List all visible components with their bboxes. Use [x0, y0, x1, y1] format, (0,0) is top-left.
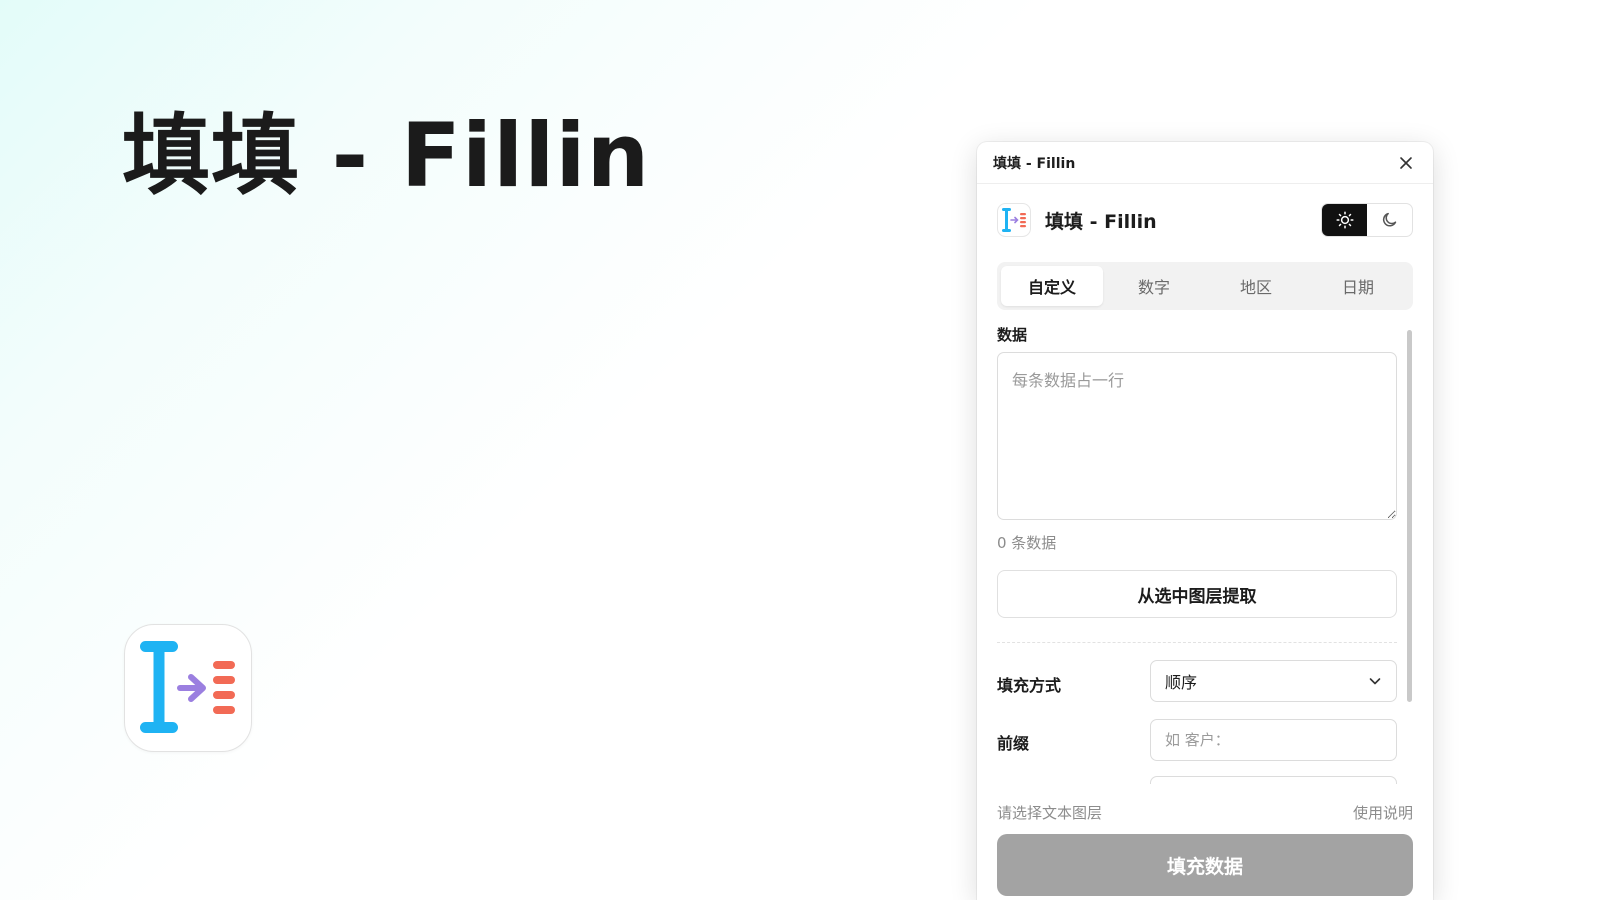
- tab-custom[interactable]: 自定义: [1001, 266, 1103, 306]
- plugin-window: 填填 - Fillin 填填 - Fillin 自定义 数字 地区 日期 数据 …: [977, 142, 1433, 900]
- app-name: 填填 - Fillin: [1045, 210, 1157, 233]
- data-textarea[interactable]: [997, 352, 1397, 520]
- tab-number[interactable]: 数字: [1103, 266, 1205, 306]
- data-count: 0 条数据: [997, 534, 1057, 552]
- data-section-label: 数据: [997, 326, 1028, 344]
- fillin-logo-icon: [997, 203, 1031, 237]
- suffix-input[interactable]: [1150, 776, 1397, 784]
- footer-row: 请选择文本图层 使用说明: [997, 802, 1413, 823]
- tab-date[interactable]: 日期: [1307, 266, 1409, 306]
- app-icon-large: [124, 624, 252, 752]
- dark-theme-button[interactable]: [1367, 204, 1412, 236]
- close-button[interactable]: [1395, 152, 1417, 174]
- section-divider: [997, 642, 1397, 643]
- prefix-label: 前缀: [997, 734, 1030, 753]
- close-icon: [1400, 156, 1412, 169]
- window-title: 填填 - Fillin: [993, 155, 1076, 172]
- help-link[interactable]: 使用说明: [1353, 802, 1413, 823]
- plugin-header: 填填 - Fillin: [997, 200, 1413, 240]
- prefix-input[interactable]: [1150, 719, 1397, 761]
- fill-mode-value: 顺序: [1165, 673, 1198, 692]
- scrollbar[interactable]: [1407, 330, 1412, 702]
- sun-icon: [1335, 211, 1354, 229]
- chevron-down-icon: [1369, 678, 1381, 685]
- moon-icon: [1382, 212, 1396, 227]
- tab-region[interactable]: 地区: [1205, 266, 1307, 306]
- mode-tabs: 自定义 数字 地区 日期: [997, 262, 1413, 310]
- fill-mode-select[interactable]: 顺序: [1150, 660, 1397, 702]
- fillin-logo-icon: [140, 641, 235, 733]
- light-theme-button[interactable]: [1322, 204, 1367, 236]
- content-scroll-area: 数据 0 条数据 从选中图层提取 填充方式 顺序 前缀 后缀: [997, 320, 1397, 784]
- fill-data-button[interactable]: 填充数据: [997, 834, 1413, 896]
- theme-toggle: [1321, 203, 1413, 237]
- window-titlebar: 填填 - Fillin: [977, 142, 1433, 184]
- extract-from-layer-button[interactable]: 从选中图层提取: [997, 570, 1397, 618]
- status-text: 请选择文本图层: [997, 804, 1103, 822]
- fill-mode-label: 填充方式: [997, 676, 1062, 695]
- hero-title: 填填 - Fillin: [122, 104, 651, 207]
